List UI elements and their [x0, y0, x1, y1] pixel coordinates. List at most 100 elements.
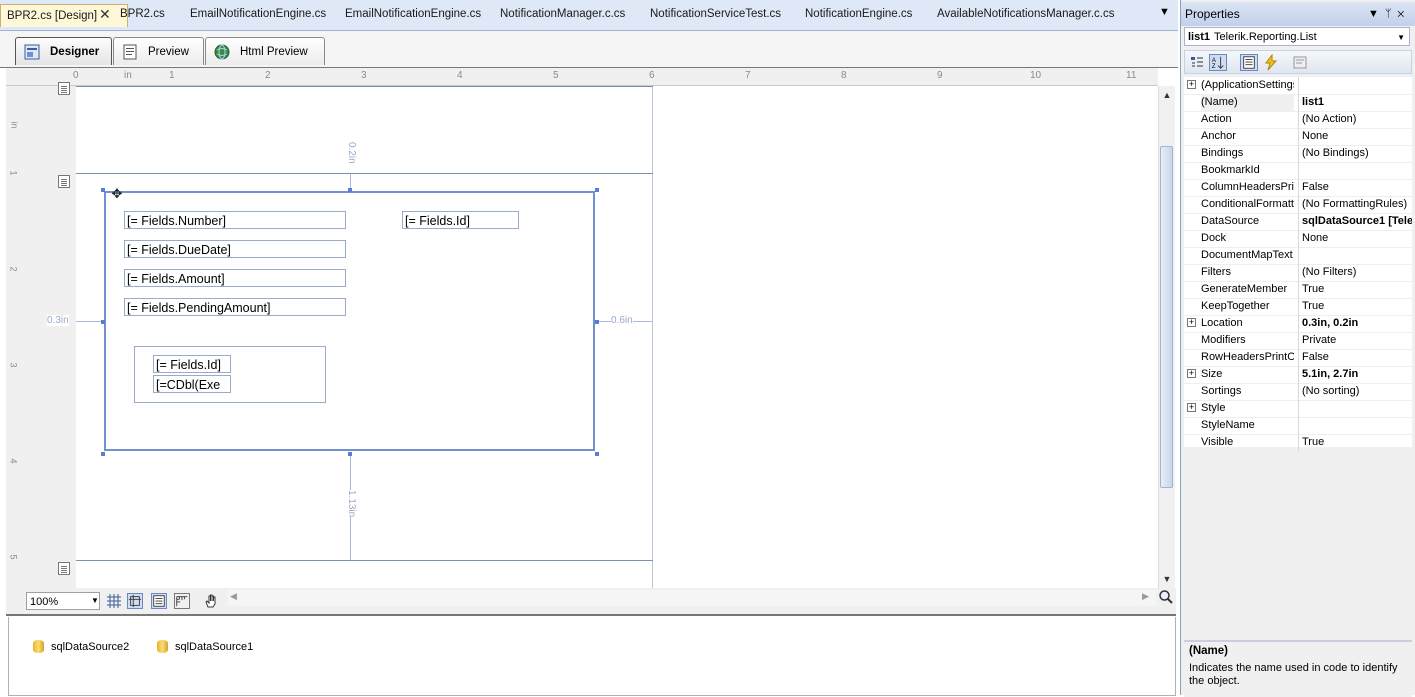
ruler-icon[interactable] [174, 593, 190, 609]
property-value[interactable]: (No sorting) [1298, 383, 1412, 400]
resize-handle[interactable] [595, 452, 599, 456]
doc-tab[interactable]: BPR2.cs [120, 8, 165, 20]
property-row[interactable]: Filters (No Filters) [1184, 264, 1412, 282]
events-lightning-icon[interactable] [1262, 54, 1280, 71]
textbox-inner-id[interactable]: [= Fields.Id] [153, 355, 231, 373]
property-value[interactable]: 5.1in, 2.7in [1298, 366, 1412, 383]
property-row[interactable]: Anchor None [1184, 128, 1412, 146]
doc-tab[interactable]: EmailNotificationEngine.cs [190, 8, 326, 20]
property-value[interactable]: sqlDataSource1 [Telerik [1298, 213, 1412, 230]
scroll-up-icon[interactable]: ▲ [1160, 88, 1174, 102]
property-value[interactable]: True [1298, 281, 1412, 298]
property-row[interactable]: + (ApplicationSettings) [1184, 77, 1412, 95]
vertical-scrollbar[interactable]: ▲ ▼ [1158, 86, 1175, 588]
textbox-pending-amount[interactable]: [= Fields.PendingAmount] [124, 298, 346, 316]
property-row[interactable]: + Size 5.1in, 2.7in [1184, 366, 1412, 384]
page-header-section-icon[interactable] [58, 82, 70, 95]
property-value[interactable]: False [1298, 349, 1412, 366]
horizontal-scrollbar[interactable]: ◀ ▶ [228, 590, 1156, 606]
property-row[interactable]: DataSource sqlDataSource1 [Telerik [1184, 213, 1412, 231]
property-row[interactable]: + Location 0.3in, 0.2in [1184, 315, 1412, 333]
property-value[interactable]: False [1298, 179, 1412, 196]
close-icon[interactable]: ✕ [99, 7, 111, 21]
tray-item-sqldatasource2[interactable]: sqlDataSource2 [33, 640, 129, 654]
properties-view-icon[interactable] [1240, 54, 1258, 71]
property-row[interactable]: ConditionalFormatting (No FormattingRules… [1184, 196, 1412, 214]
scroll-left-icon[interactable]: ◀ [230, 591, 237, 602]
resize-handle[interactable] [101, 188, 105, 192]
categorized-icon[interactable] [1188, 54, 1206, 71]
tray-item-sqldatasource1[interactable]: sqlDataSource1 [157, 640, 253, 654]
textbox-cdbl-expression[interactable]: [=CDbl(Exe [153, 375, 231, 393]
property-row[interactable]: Dock None [1184, 230, 1412, 248]
property-row[interactable]: Visible True [1184, 434, 1412, 452]
property-value[interactable] [1298, 247, 1412, 264]
tab-overflow-icon[interactable]: ▼ [1159, 6, 1170, 18]
tab-preview[interactable]: Preview [113, 37, 204, 65]
page-footer-section-icon[interactable] [58, 562, 70, 575]
property-value[interactable] [1298, 162, 1412, 179]
expand-icon[interactable]: + [1187, 403, 1196, 412]
hand-pan-icon[interactable] [203, 593, 219, 609]
property-row[interactable]: RowHeadersPrintOnEveryPage False [1184, 349, 1412, 367]
property-row[interactable]: + Style [1184, 400, 1412, 418]
property-value[interactable]: None [1298, 128, 1412, 145]
expand-icon[interactable]: + [1187, 80, 1196, 89]
textbox-number[interactable]: [= Fields.Number] [124, 211, 346, 229]
resize-handle[interactable] [348, 452, 352, 456]
object-selector[interactable]: list1 Telerik.Reporting.List ▼ [1184, 27, 1410, 46]
section-layout-icon[interactable] [151, 593, 167, 609]
property-value[interactable] [1298, 77, 1412, 94]
tab-html-preview[interactable]: Html Preview [205, 37, 325, 65]
expand-icon[interactable]: + [1187, 318, 1196, 327]
doc-tab[interactable]: NotificationServiceTest.cs [650, 8, 781, 20]
list1-item[interactable] [104, 191, 595, 451]
property-value[interactable]: Private [1298, 332, 1412, 349]
property-value[interactable]: (No Bindings) [1298, 145, 1412, 162]
property-value[interactable]: True [1298, 434, 1412, 451]
property-value[interactable] [1298, 400, 1412, 417]
textbox-duedate[interactable]: [= Fields.DueDate] [124, 240, 346, 258]
doc-tab[interactable]: NotificationEngine.cs [805, 8, 912, 20]
zoom-magnifier-icon[interactable] [1158, 589, 1174, 605]
chevron-down-icon[interactable]: ▼ [90, 592, 100, 610]
property-row[interactable]: Modifiers Private [1184, 332, 1412, 350]
property-pages-icon[interactable] [1291, 54, 1309, 71]
property-row[interactable]: (Name) list1 [1184, 94, 1412, 112]
property-row[interactable]: ColumnHeadersPrintOnEveryPage False [1184, 179, 1412, 197]
pin-icon[interactable]: ᛘ [1385, 8, 1398, 20]
grid-icon[interactable] [106, 593, 122, 609]
zoom-select[interactable]: 100% [26, 592, 100, 610]
move-handle-icon[interactable]: ✥ [110, 187, 124, 201]
alphabetical-icon[interactable]: AZ [1209, 54, 1227, 71]
property-value[interactable]: 0.3in, 0.2in [1298, 315, 1412, 332]
doc-tab[interactable]: EmailNotificationEngine.cs [345, 8, 481, 20]
property-value[interactable]: list1 [1298, 94, 1412, 111]
scroll-thumb[interactable] [1160, 146, 1173, 488]
detail-section-icon[interactable] [58, 175, 70, 188]
property-row[interactable]: Bindings (No Bindings) [1184, 145, 1412, 163]
resize-handle[interactable] [101, 452, 105, 456]
close-icon[interactable]: ✕ [1398, 8, 1411, 20]
resize-handle[interactable] [101, 320, 105, 324]
doc-tab[interactable]: NotificationManager.c.cs [500, 8, 625, 20]
dropdown-icon[interactable]: ▼ [1368, 8, 1385, 20]
property-value[interactable]: (No FormattingRules) [1298, 196, 1412, 213]
property-row[interactable]: StyleName [1184, 417, 1412, 435]
scroll-right-icon[interactable]: ▶ [1142, 591, 1149, 602]
property-row[interactable]: BookmarkId [1184, 162, 1412, 180]
property-value[interactable]: True [1298, 298, 1412, 315]
property-value[interactable]: (No Action) [1298, 111, 1412, 128]
property-row[interactable]: Action (No Action) [1184, 111, 1412, 129]
property-row[interactable]: GenerateMember True [1184, 281, 1412, 299]
property-row[interactable]: Sortings (No sorting) [1184, 383, 1412, 401]
resize-handle[interactable] [348, 188, 352, 192]
resize-handle[interactable] [595, 188, 599, 192]
scroll-down-icon[interactable]: ▼ [1160, 572, 1174, 586]
textbox-amount[interactable]: [= Fields.Amount] [124, 269, 346, 287]
property-value[interactable]: (No Filters) [1298, 264, 1412, 281]
property-value[interactable] [1298, 417, 1412, 434]
expand-icon[interactable]: + [1187, 369, 1196, 378]
textbox-id[interactable]: [= Fields.Id] [402, 211, 519, 229]
property-row[interactable]: DocumentMapText [1184, 247, 1412, 265]
